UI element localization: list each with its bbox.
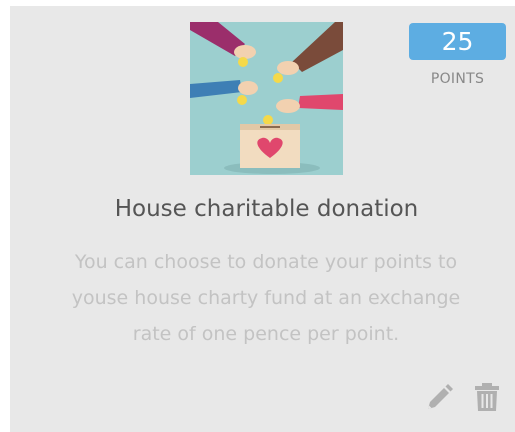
points-label: POINTS: [430, 71, 485, 87]
donation-box-illustration: [190, 22, 343, 175]
delete-button[interactable]: [473, 382, 501, 412]
reward-title: House charitable donation: [114, 196, 419, 222]
reward-card: 25 POINTS House charitable donation You …: [10, 6, 515, 432]
edit-button[interactable]: [425, 382, 453, 412]
reward-description: You can choose to donate your points to …: [71, 251, 461, 345]
points-badge: 25: [409, 23, 506, 60]
pencil-icon: [428, 384, 453, 409]
trash-icon: [475, 383, 499, 411]
